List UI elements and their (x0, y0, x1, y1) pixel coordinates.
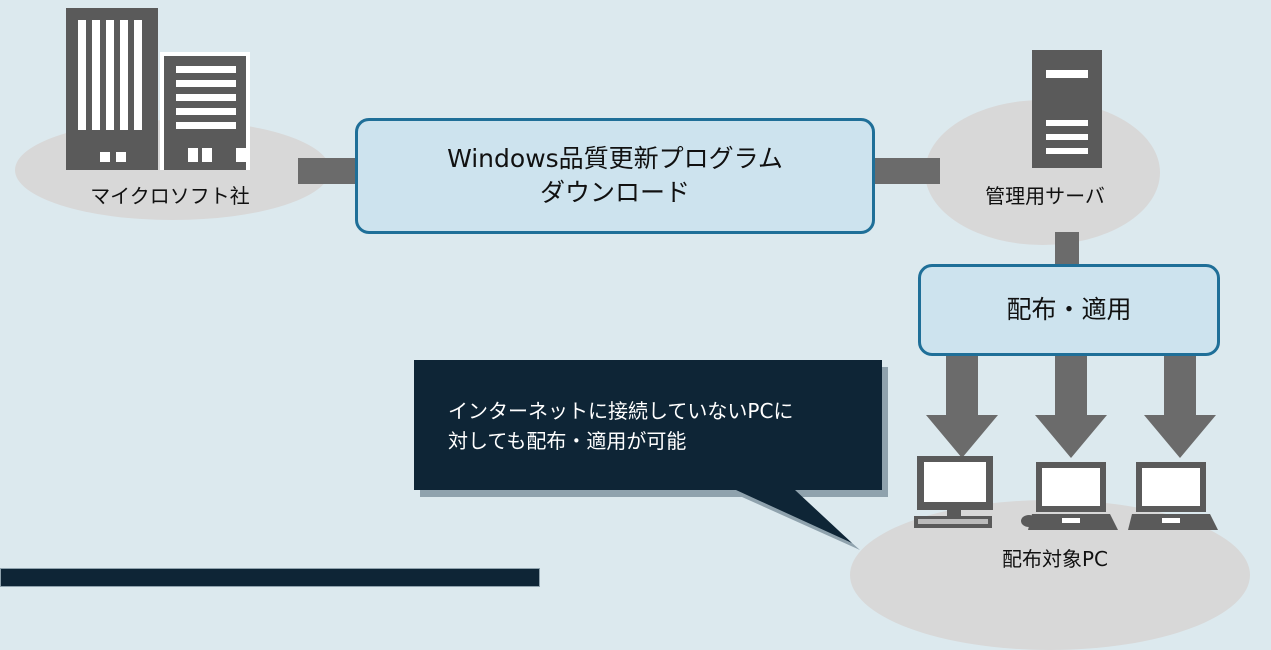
bottom-dark-bar (0, 568, 540, 587)
callout-text: インターネットに接続していないPCに 対しても配布・適用が可能 (448, 396, 868, 456)
laptop-icon (1028, 462, 1118, 530)
callout-line2: 対しても配布・適用が可能 (448, 429, 687, 453)
laptop-icon (1128, 462, 1218, 530)
desktop-pc-icon (914, 456, 993, 528)
callout-line1: インターネットに接続していないPCに (448, 399, 794, 423)
distribution-diagram: マイクロソフト社 管理用サーバ Windows品質更新プログラム ダウンロード … (0, 0, 1271, 650)
pcs-label: 配布対象PC (1001, 547, 1109, 571)
